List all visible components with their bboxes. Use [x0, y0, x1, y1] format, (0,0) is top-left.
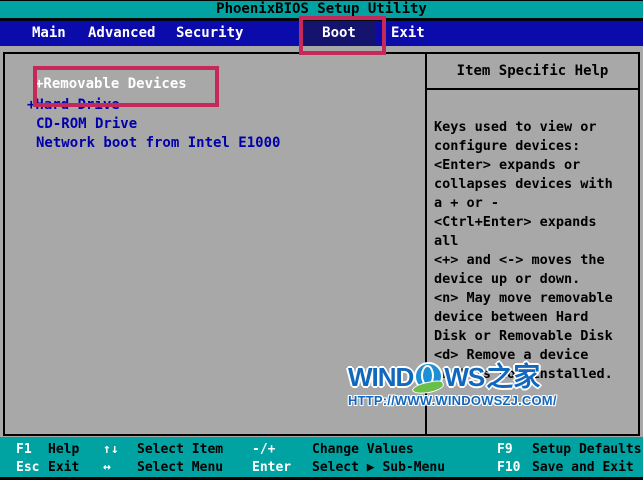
watermark-logo-cjk: 之家 [486, 361, 541, 392]
key-esc-label: Exit [48, 460, 80, 475]
help-panel-text: Keys used to view or configure devices: … [427, 90, 638, 384]
help-line: <+> and <-> moves the [434, 252, 605, 268]
key-leftright-label: Select Menu [137, 460, 224, 475]
bios-setup-screen: PhoenixBIOS Setup Utility Main Advanced … [0, 0, 643, 480]
key-legend-row: F1 Help ↑↓ Select Item -/+ Change Values… [0, 440, 643, 459]
key-legend-bar: F1 Help ↑↓ Select Item -/+ Change Values… [0, 437, 643, 477]
tab-advanced[interactable]: Advanced [88, 21, 155, 46]
key-legend-row: Esc Exit ↔ Select Menu Enter Select ▶ Su… [0, 458, 643, 477]
key-esc: Esc [16, 460, 40, 475]
help-line: all [434, 233, 459, 249]
help-line: Keys used to view or [434, 119, 597, 135]
key-enter-label: Select ▶ Sub-Menu [312, 460, 446, 475]
help-panel-title: Item Specific Help [427, 54, 638, 90]
help-line: Disk or Removable Disk [434, 328, 613, 344]
help-line: collapses devices with [434, 176, 613, 192]
list-item-cdrom-drive[interactable]: CD-ROM Drive [36, 116, 137, 132]
help-line: a + or - [434, 195, 500, 211]
help-line: device up or down. [434, 271, 581, 287]
key-minus-plus-label: Change Values [312, 442, 414, 457]
key-f10-label: Save and Exit [532, 460, 634, 475]
highlight-box-removable-devices [33, 66, 219, 107]
key-minus-plus: -/+ [252, 442, 276, 457]
key-updown-arrows: ↑↓ [103, 442, 119, 457]
watermark: WIND WS 之家 HTTP://WWW.WINDOWSZJ.COM/ [348, 361, 557, 408]
tab-exit[interactable]: Exit [391, 21, 425, 46]
watermark-logo-ws: WS [444, 361, 485, 392]
globe-icon [414, 362, 444, 391]
list-item-network-boot[interactable]: Network boot from Intel E1000 [36, 135, 280, 151]
help-line: <Enter> expands or [434, 157, 581, 173]
help-line: <n> May move removable [434, 290, 613, 306]
help-line: <Ctrl+Enter> expands [434, 214, 597, 230]
page-title: PhoenixBIOS Setup Utility [216, 1, 427, 17]
key-f1-label: Help [48, 442, 80, 457]
tab-security[interactable]: Security [176, 21, 243, 46]
key-leftright-arrows: ↔ [103, 460, 111, 475]
key-f9-label: Setup Defaults [532, 442, 642, 457]
tab-main[interactable]: Main [32, 21, 66, 46]
key-f1: F1 [16, 442, 32, 457]
watermark-logo: WIND WS 之家 [348, 361, 557, 392]
help-line: configure devices: [434, 138, 581, 154]
key-f10: F10 [497, 460, 521, 475]
key-f9: F9 [497, 442, 513, 457]
key-updown-label: Select Item [137, 442, 224, 457]
highlight-box-boot-tab [299, 16, 386, 55]
key-enter: Enter [252, 460, 292, 475]
watermark-url: HTTP://WWW.WINDOWSZJ.COM/ [348, 393, 557, 408]
help-line: device between Hard [434, 309, 589, 325]
watermark-logo-wind: WIND [348, 361, 414, 392]
